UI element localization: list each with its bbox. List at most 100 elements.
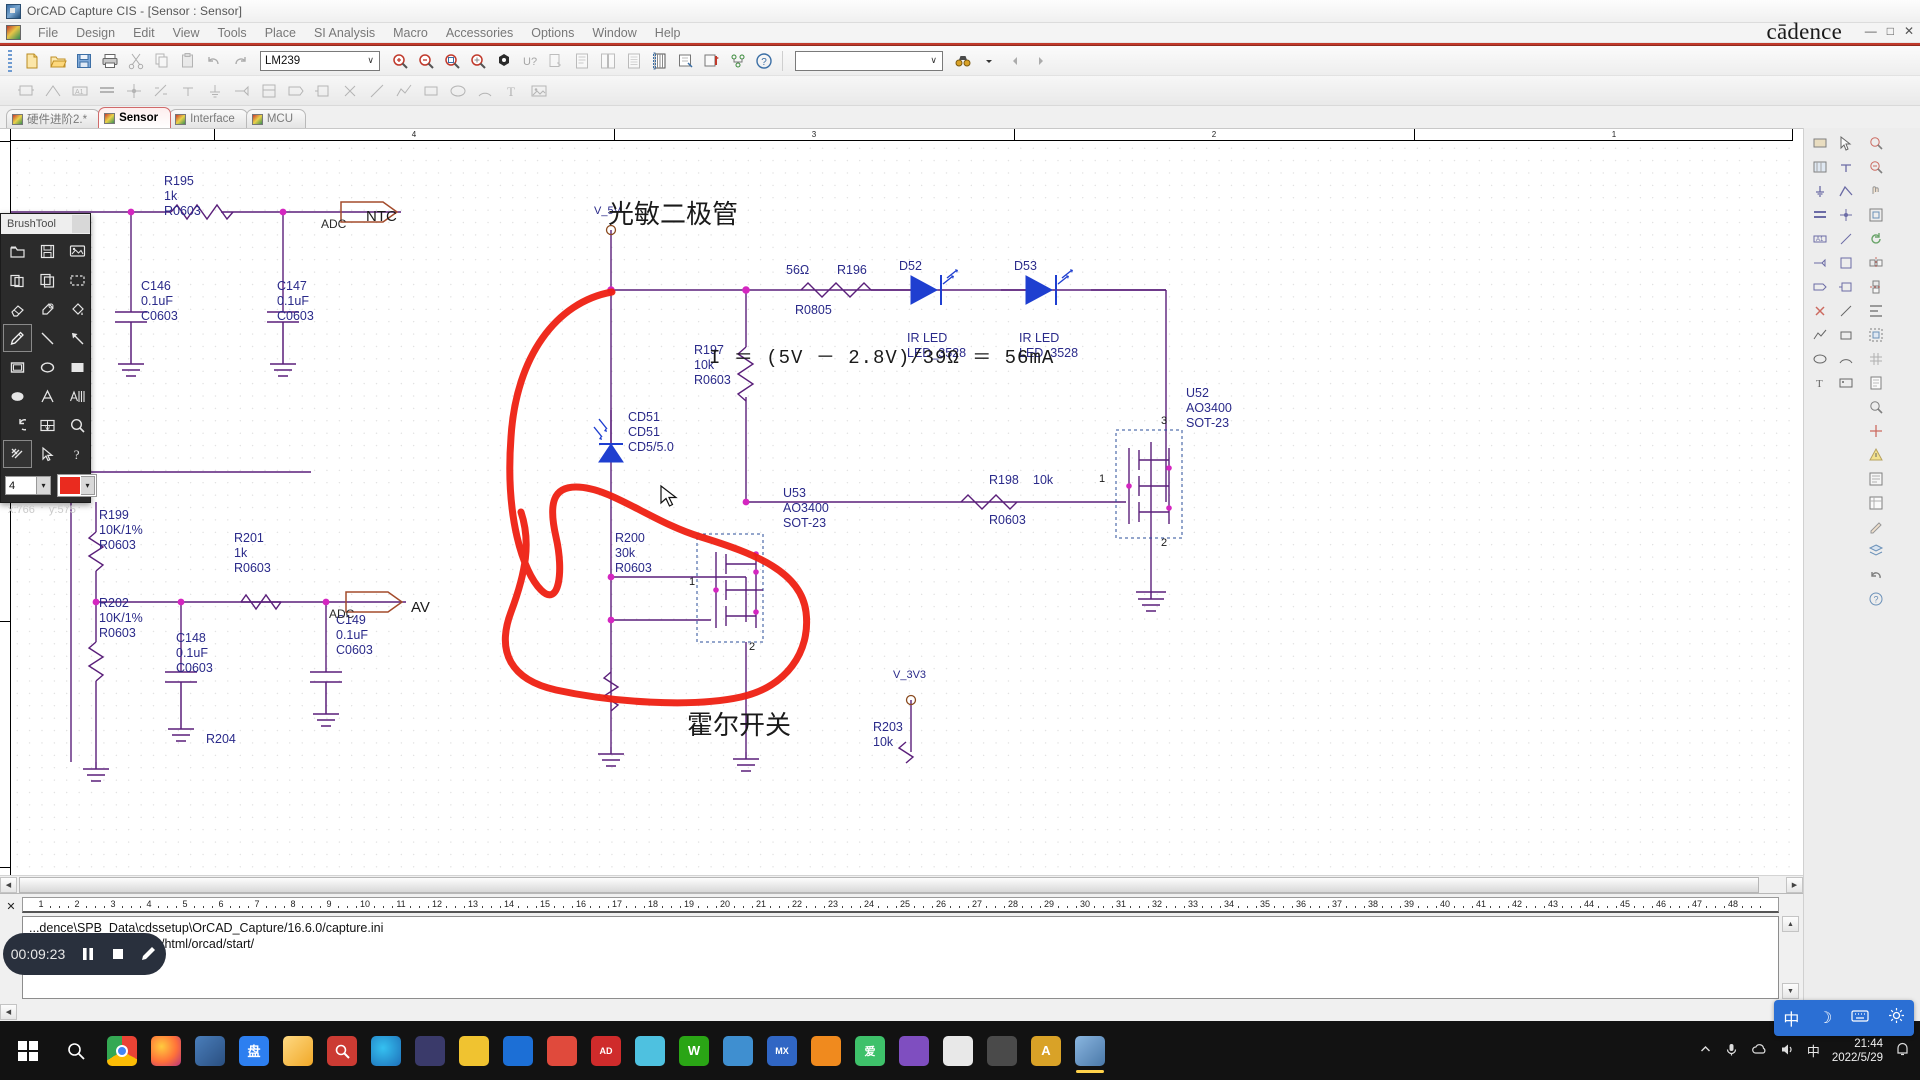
cross-reference-parts-button[interactable]: [596, 49, 620, 73]
place-bus-entry-icon[interactable]: [149, 79, 173, 103]
log-horizontal-scrollbar[interactable]: ◀ ▶: [0, 1003, 1803, 1021]
design-rules-check-button[interactable]: [544, 49, 568, 73]
new-document-button[interactable]: [20, 49, 44, 73]
copy-icon[interactable]: [33, 266, 62, 294]
tab-mcu[interactable]: MCU: [245, 109, 307, 128]
layers-icon[interactable]: [1864, 540, 1888, 562]
log-scroll-up-button[interactable]: ▲: [1782, 916, 1799, 932]
menu-tools[interactable]: Tools: [209, 25, 256, 41]
taskbar-app-firefox[interactable]: [144, 1027, 188, 1075]
taskbar-app-file-explorer[interactable]: [276, 1027, 320, 1075]
select-region-icon[interactable]: [63, 266, 92, 294]
properties-icon[interactable]: [1864, 372, 1888, 394]
help-icon[interactable]: ?: [63, 440, 92, 468]
taskbar-app-bilibili[interactable]: [628, 1027, 672, 1075]
menu-si-analysis[interactable]: SI Analysis: [305, 25, 384, 41]
fit-page-icon[interactable]: [1864, 204, 1888, 226]
scroll-left-button[interactable]: ◀: [0, 876, 17, 893]
cut-button[interactable]: [124, 49, 148, 73]
place-power-symbol-icon[interactable]: [1834, 156, 1858, 178]
taskbar-app-email[interactable]: [496, 1027, 540, 1075]
speaker-icon[interactable]: [1780, 1042, 1795, 1060]
place-picture-icon[interactable]: [1834, 372, 1858, 394]
place-hier-port-icon[interactable]: [1808, 276, 1832, 298]
place-rectangle-icon[interactable]: [1834, 324, 1858, 346]
menu-accessories[interactable]: Accessories: [437, 25, 522, 41]
moon-icon[interactable]: ☽: [1818, 1008, 1832, 1028]
taskbar-app-adobe-acrobat[interactable]: AD: [584, 1027, 628, 1075]
maximize-button[interactable]: □: [1887, 24, 1894, 38]
undo-button[interactable]: [202, 49, 226, 73]
whiteboard-icon[interactable]: W: [33, 411, 62, 439]
place-line-icon[interactable]: [1834, 300, 1858, 322]
import-properties-button[interactable]: [674, 49, 698, 73]
pan-icon[interactable]: [1864, 180, 1888, 202]
place-hierarchical-pin-icon[interactable]: [311, 79, 335, 103]
menu-place[interactable]: Place: [256, 25, 305, 41]
eraser-icon[interactable]: [3, 295, 32, 323]
chevron-down-icon[interactable]: ∨: [927, 55, 940, 66]
canvas-horizontal-scrollbar[interactable]: ◀ ▶: [0, 875, 1803, 893]
screenshot-icon[interactable]: [63, 237, 92, 265]
brush-color-swatch[interactable]: [59, 476, 81, 495]
place-part-icon[interactable]: [1808, 132, 1832, 154]
tab-interface[interactable]: Interface: [169, 109, 248, 128]
back-annotate-button[interactable]: U?: [518, 49, 542, 73]
menu-edit[interactable]: Edit: [124, 25, 164, 41]
horizontal-scroll-thumb[interactable]: [19, 876, 1759, 893]
ellipse-filled-icon[interactable]: [3, 382, 32, 410]
windows-start-icon[interactable]: [4, 1027, 52, 1075]
place-arc-icon[interactable]: [473, 79, 497, 103]
menu-design[interactable]: Design: [67, 25, 124, 41]
taskbar-app-orcad-capture[interactable]: [1068, 1027, 1112, 1075]
place-arc-icon[interactable]: [1834, 348, 1858, 370]
place-ground-icon[interactable]: [203, 79, 227, 103]
project-manager-button[interactable]: [700, 49, 724, 73]
brush-size-value[interactable]: 4: [5, 476, 37, 495]
place-bus-icon[interactable]: [95, 79, 119, 103]
place-hier-block-icon[interactable]: [1834, 252, 1858, 274]
place-part-icon[interactable]: [14, 79, 38, 103]
export-properties-button[interactable]: [648, 49, 672, 73]
taskbar-app-notes[interactable]: [936, 1027, 980, 1075]
pen-icon[interactable]: [133, 939, 163, 969]
taskbar-app-chrome[interactable]: [100, 1027, 144, 1075]
keyboard-icon[interactable]: [1851, 1009, 1869, 1028]
taskbar-app-mx-player[interactable]: MX: [760, 1027, 804, 1075]
undo-icon[interactable]: [3, 411, 32, 439]
log-scroll-down-button[interactable]: ▼: [1782, 983, 1799, 999]
tab-sensor[interactable]: Sensor: [98, 107, 172, 128]
print-button[interactable]: [98, 49, 122, 73]
place-bus-icon[interactable]: [1808, 204, 1832, 226]
part-manager-button[interactable]: [726, 49, 750, 73]
menu-help[interactable]: Help: [646, 25, 690, 41]
screen-recorder-widget[interactable]: 00:09:23: [3, 933, 166, 975]
stop-icon[interactable]: [103, 939, 133, 969]
schematic-canvas[interactable]: 4 3 2 1 R195 1k R0603 C146 0.1uF C0603 C…: [0, 128, 1803, 893]
place-offpage-connector-icon[interactable]: [1808, 252, 1832, 274]
ime-floating-bar[interactable]: 中 ☽: [1774, 1000, 1914, 1036]
taskbar-app-everything[interactable]: [320, 1027, 364, 1075]
scroll-right-button[interactable]: ▶: [1786, 876, 1803, 893]
ellipse-outline-icon[interactable]: [33, 353, 62, 381]
place-rectangle-icon[interactable]: [419, 79, 443, 103]
place-net-alias-icon[interactable]: A1: [1808, 228, 1832, 250]
select-tool-icon[interactable]: [1834, 132, 1858, 154]
close-button[interactable]: ✕: [1904, 24, 1914, 38]
mirror-horizontal-icon[interactable]: [1864, 252, 1888, 274]
place-picture-icon[interactable]: [527, 79, 551, 103]
rectangle-outline-icon[interactable]: [3, 353, 32, 381]
place-no-connect-icon[interactable]: [1808, 300, 1832, 322]
place-hierarchical-block-icon[interactable]: [257, 79, 281, 103]
chevron-down-icon[interactable]: ▾: [81, 476, 95, 495]
minimize-button[interactable]: —: [1865, 24, 1877, 38]
place-bus-entry-icon[interactable]: [1834, 228, 1858, 250]
color-picker-icon[interactable]: [33, 295, 62, 323]
place-wire-icon[interactable]: [41, 79, 65, 103]
horizontal-scroll-track[interactable]: [17, 876, 1786, 893]
taskbar-app-tencent-video[interactable]: [804, 1027, 848, 1075]
line-icon[interactable]: [33, 324, 62, 352]
tray-ime-label[interactable]: 中: [1807, 1041, 1820, 1060]
place-junction-icon[interactable]: [1834, 204, 1858, 226]
place-polyline-icon[interactable]: [392, 79, 416, 103]
